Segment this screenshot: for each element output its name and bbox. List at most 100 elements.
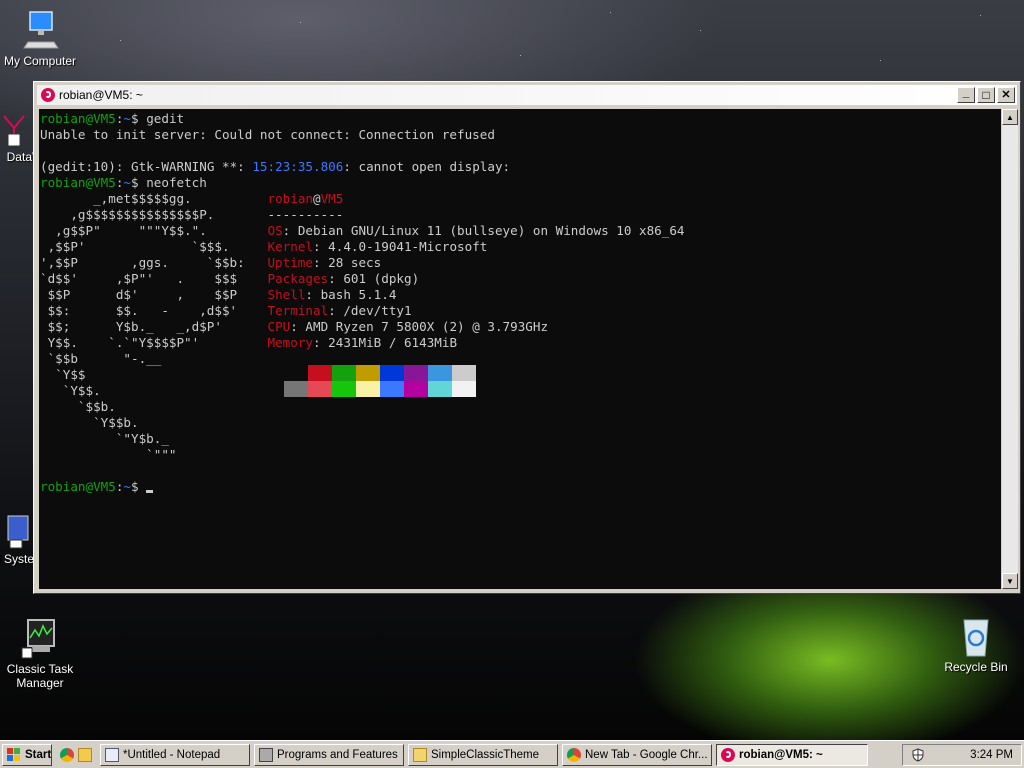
desktop-icon-my-computer[interactable]: My Computer	[0, 8, 80, 68]
neofetch-line: `$$b.	[40, 399, 267, 414]
info-value: 601 (dpkg)	[343, 271, 420, 286]
neofetch-line: `"""	[40, 447, 267, 462]
computer-icon	[18, 8, 62, 52]
arrow-down-icon: ▼	[1006, 576, 1014, 586]
info-value: Debian GNU/Linux 11 (bullseye) on Window…	[297, 223, 685, 238]
taskbar-item-label: *Untitled - Notepad	[123, 748, 221, 761]
info-value: /dev/tty1	[343, 303, 412, 318]
chrome-icon	[567, 747, 581, 762]
desktop-icon-classic-system[interactable]: Cl Syste	[0, 514, 34, 566]
debian-icon	[41, 88, 55, 102]
ascii-art-line: ,g$$P" """Y$$.".	[40, 223, 207, 238]
scroll-down-button[interactable]: ▼	[1002, 573, 1018, 589]
palette-row	[284, 381, 476, 397]
info-key: Kernel	[267, 239, 313, 254]
minimize-button[interactable]: _	[957, 86, 975, 103]
warning-line: (gedit:10): Gtk-WARNING **: 15:23:35.806…	[40, 159, 511, 174]
taskbar-item-simpleclassictheme[interactable]: SimpleClassicTheme	[408, 743, 558, 766]
task-manager-icon	[18, 616, 62, 660]
info-key: OS	[267, 223, 283, 238]
chrome-quicklaunch-icon[interactable]	[60, 747, 74, 762]
neofetch-line: ,$$P' `$$$. Kernel: 4.4.0-19041-Microsof…	[40, 239, 488, 254]
close-button[interactable]: ✕	[997, 87, 1015, 103]
info-at: @	[312, 191, 321, 206]
arrow-up-icon: ▲	[1006, 112, 1014, 122]
start-button[interactable]: Start	[2, 743, 52, 766]
palette-swatch	[332, 365, 356, 381]
palette-swatch	[428, 381, 452, 397]
neofetch-line: ,g$$P" """Y$$.". OS: Debian GNU/Linux 11…	[40, 223, 685, 238]
neofetch-line: `Y$$	[40, 367, 267, 382]
ascii-art-line: `Y$$	[40, 367, 86, 382]
desktop-icon-label: Cl Syste	[0, 552, 34, 566]
ascii-art-line: `"Y$b._	[40, 431, 169, 446]
command-text: gedit	[138, 111, 185, 126]
color-palette	[284, 365, 476, 397]
taskbar-item-label: New Tab - Google Chr...	[585, 748, 708, 761]
vertical-scrollbar[interactable]: ▲ ▼	[1002, 109, 1018, 589]
terminal-window[interactable]: robian@VM5: ~ _ □ ✕ robian@VM5:~$ gedit …	[33, 81, 1021, 594]
ascii-art-line: ,g$$$$$$$$$$$$$$$P.	[40, 207, 215, 222]
ascii-art-line: `$$b.	[40, 399, 116, 414]
info-value: bash 5.1.4	[320, 287, 397, 302]
maximize-icon: □	[982, 88, 990, 102]
info-value: 2431MiB / 6143MiB	[328, 335, 458, 350]
neofetch-line: $$; Y$b._ _,d$P' CPU: AMD Ryzen 7 5800X …	[40, 319, 549, 334]
folder-icon	[413, 747, 427, 762]
window-title: robian@VM5: ~	[59, 88, 143, 102]
taskbar-item-label: robian@VM5: ~	[739, 748, 823, 761]
palette-row	[284, 365, 476, 381]
title-bar[interactable]: robian@VM5: ~ _ □ ✕	[37, 85, 1017, 105]
neofetch-line: $$: $$. - ,d$$' Terminal: /dev/tty1	[40, 303, 412, 318]
recycle-bin-icon	[954, 614, 998, 658]
windows-logo-icon	[7, 747, 21, 762]
desktop-icon-label: My Computer	[3, 54, 77, 68]
neofetch-line: `Y$$b.	[40, 415, 267, 430]
neofetch-line: Y$$. `.`"Y$$$$P"' Memory: 2431MiB / 6143…	[40, 335, 458, 350]
output-line: Unable to init server: Could not connect…	[40, 127, 495, 142]
scroll-up-button[interactable]: ▲	[1002, 109, 1018, 125]
start-label: Start	[25, 748, 52, 761]
app-shortcut-icon	[4, 514, 32, 550]
ascii-art-line: Y$$. `.`"Y$$$$P"'	[40, 335, 200, 350]
info-key: CPU	[267, 319, 291, 334]
neofetch-line: ,g$$$$$$$$$$$$$$$P. ----------	[40, 207, 343, 222]
taskbar-item-chrome[interactable]: New Tab - Google Chr...	[562, 743, 712, 766]
palette-swatch	[404, 381, 428, 397]
palette-swatch	[452, 381, 476, 397]
desktop-icon-recycle-bin[interactable]: Recycle Bin	[936, 614, 1016, 674]
app-shortcut-icon	[0, 112, 28, 148]
maximize-button[interactable]: □	[977, 87, 995, 103]
info-host: VM5	[320, 191, 344, 206]
palette-swatch	[332, 381, 356, 397]
palette-swatch	[380, 365, 404, 381]
info-user: robian	[267, 191, 313, 206]
neofetch-line: `d$$' ,$P"' . $$$ Packages: 601 (dpkg)	[40, 271, 420, 286]
info-value: 28 secs	[328, 255, 382, 270]
info-key: Terminal	[267, 303, 329, 318]
taskbar-item-label: Programs and Features	[277, 748, 398, 761]
neofetch-line: $$P d$' , $$P Shell: bash 5.1.4	[40, 287, 397, 302]
prompt: robian@VM5:~$	[40, 111, 139, 126]
info-key: Memory	[267, 335, 313, 350]
palette-swatch	[284, 381, 308, 397]
shield-icon[interactable]	[911, 747, 925, 762]
terminal-body[interactable]: robian@VM5:~$ gedit Unable to init serve…	[39, 109, 1001, 589]
neofetch-line: `"Y$b._	[40, 431, 267, 446]
taskbar-item-notepad[interactable]: *Untitled - Notepad	[100, 743, 250, 766]
neofetch-line: `Y$$.	[40, 383, 267, 398]
neofetch-line: `$$b "-.__	[40, 351, 267, 366]
palette-swatch	[308, 365, 332, 381]
ascii-art-line: ',$$P ,ggs. `$$b:	[40, 255, 245, 270]
taskbar-item-terminal[interactable]: robian@VM5: ~	[716, 743, 868, 766]
taskbar-item-programs-features[interactable]: Programs and Features	[254, 743, 404, 766]
palette-swatch	[308, 381, 332, 397]
folder-quicklaunch-icon[interactable]	[78, 747, 92, 762]
ascii-art-line: `d$$' ,$P"' . $$$	[40, 271, 238, 286]
neofetch-line: ',$$P ,ggs. `$$b: Uptime: 28 secs	[40, 255, 382, 270]
palette-swatch	[356, 381, 380, 397]
info-key: Shell	[267, 287, 306, 302]
desktop-icon-classic-task-manager[interactable]: Classic Task Manager	[0, 616, 80, 690]
clock[interactable]: 3:24 PM	[970, 749, 1013, 761]
palette-swatch	[452, 365, 476, 381]
